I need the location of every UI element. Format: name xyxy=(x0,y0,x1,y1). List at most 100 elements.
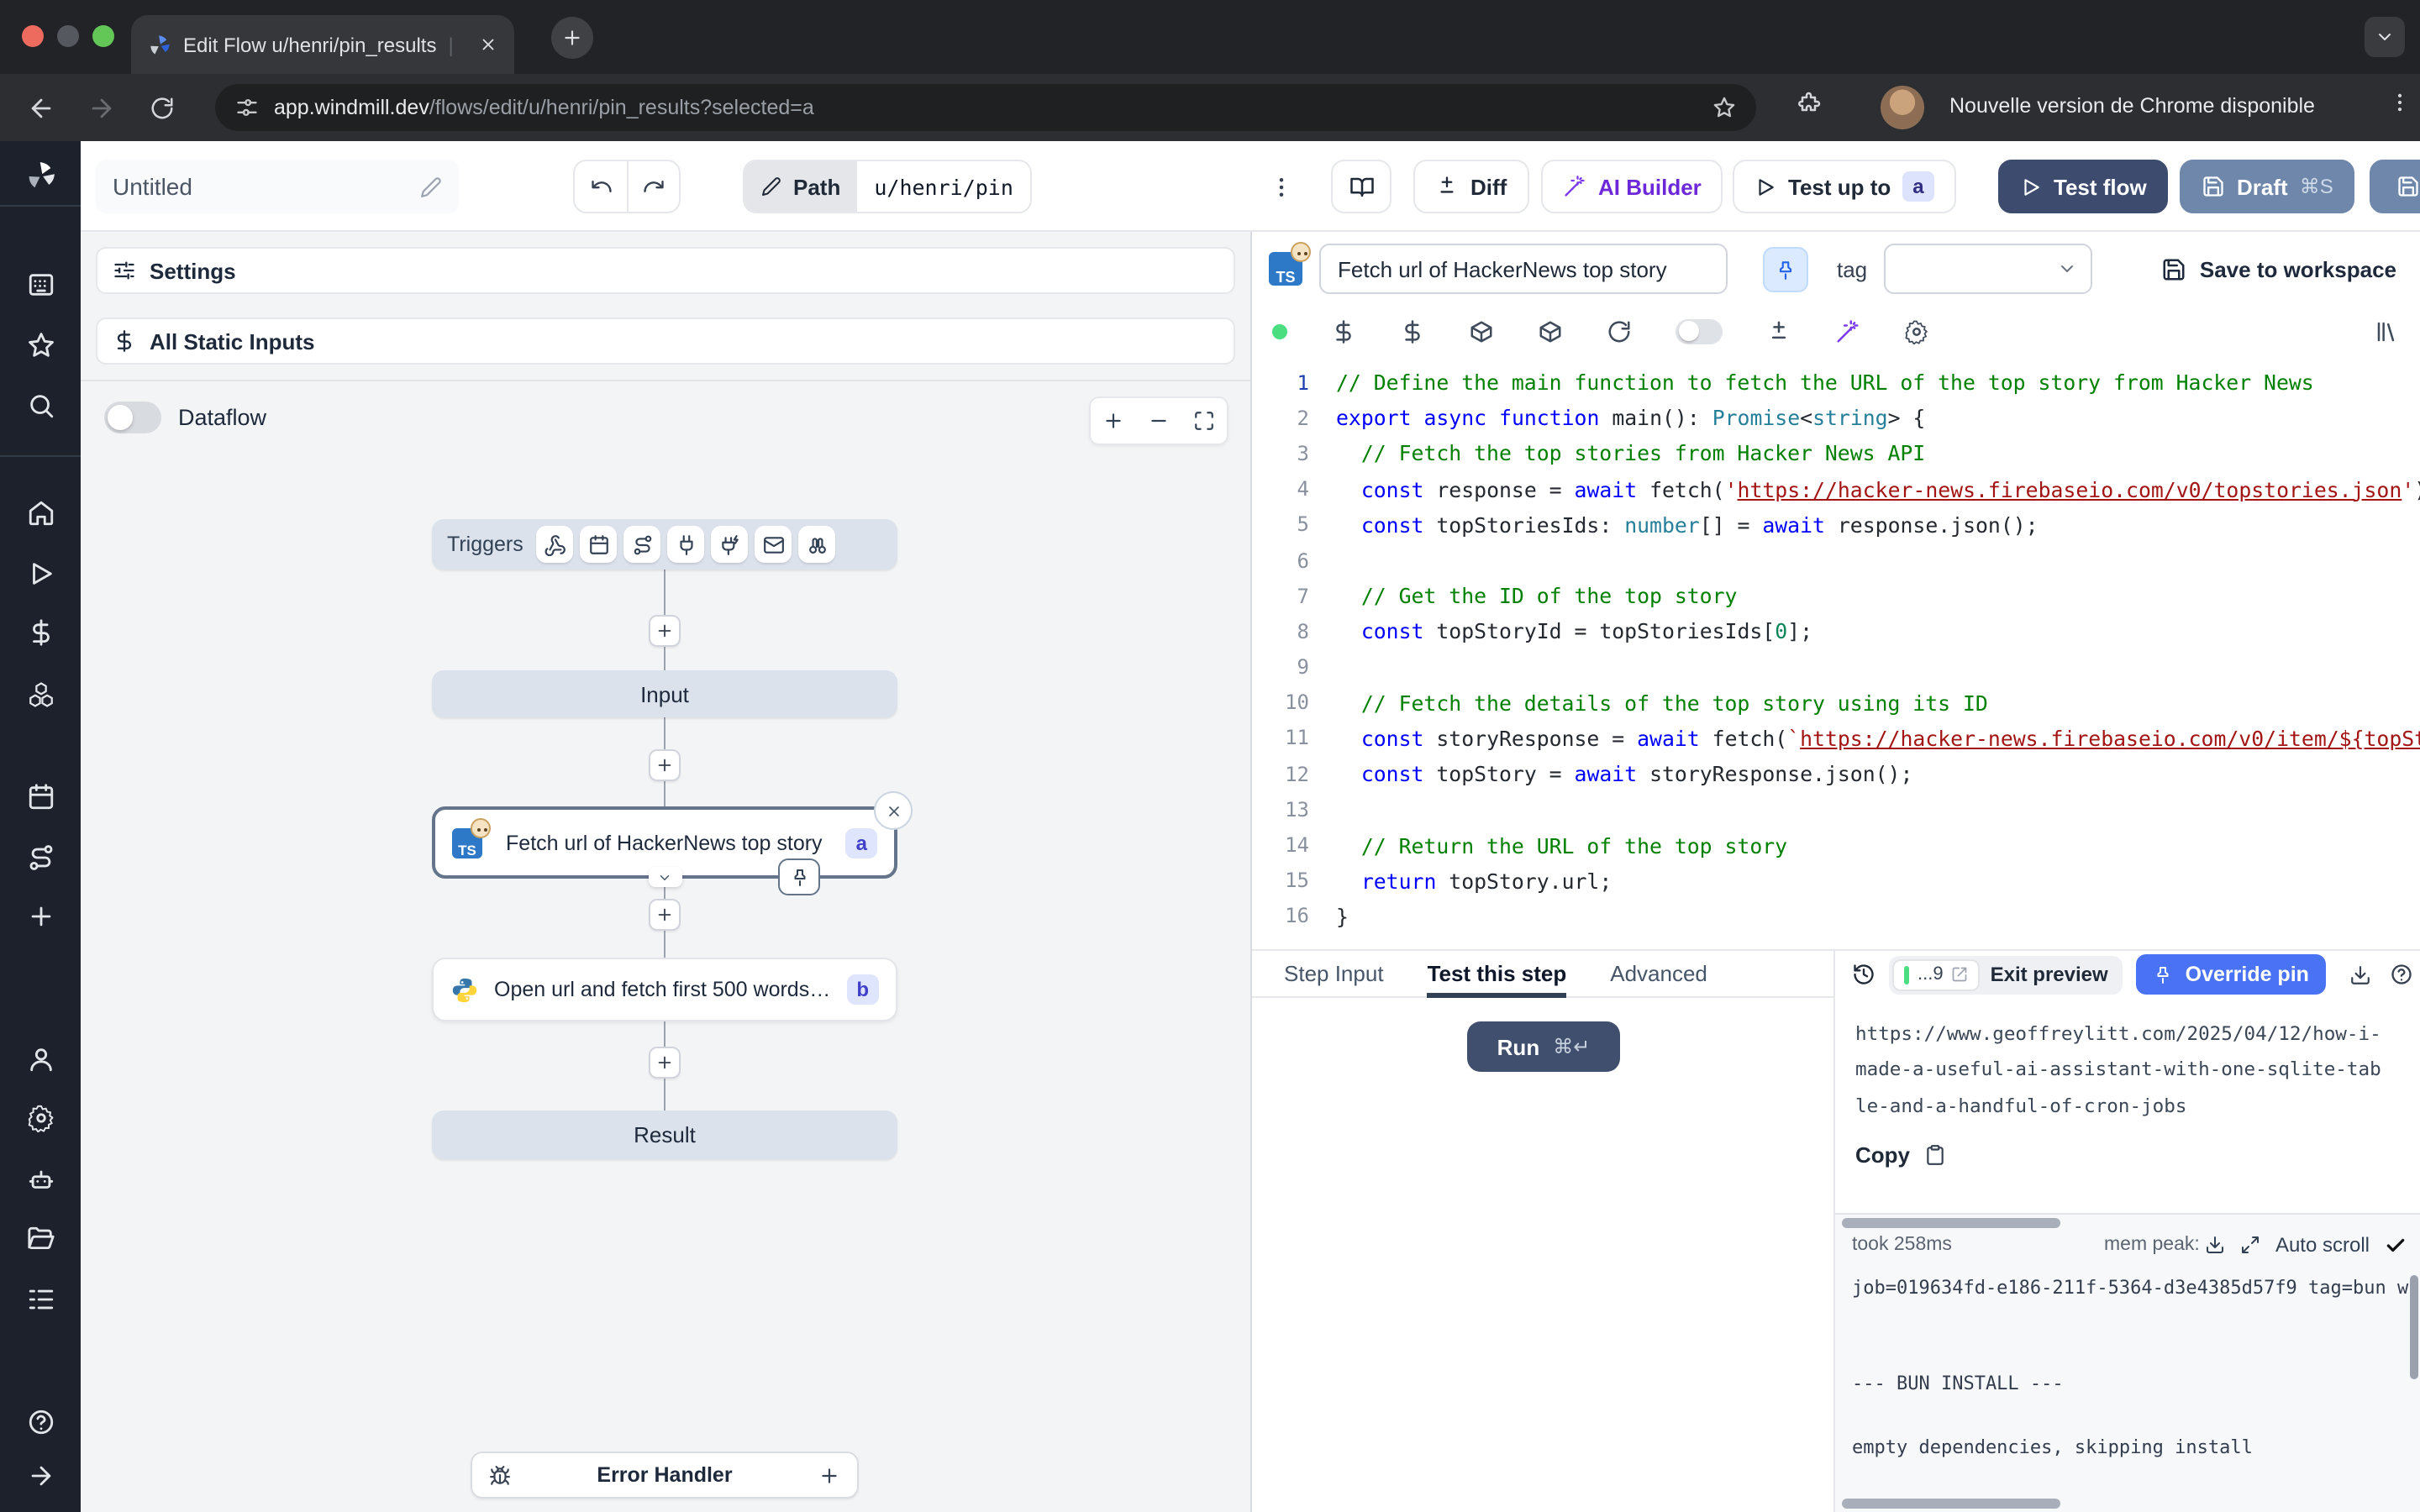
email-icon[interactable] xyxy=(755,526,792,563)
copy-result-button[interactable]: Copy xyxy=(1855,1143,2420,1168)
test-up-to-button[interactable]: Test up to a xyxy=(1733,160,1956,213)
test-flow-button[interactable]: Test flow xyxy=(1998,160,2169,213)
path-button[interactable]: Path u/henri/pin xyxy=(743,160,1032,213)
redo-button[interactable] xyxy=(627,160,679,213)
browser-tab[interactable]: Edit Flow u/henri/pin_results | xyxy=(131,15,514,74)
forward-button[interactable] xyxy=(82,89,119,126)
help-circle-icon[interactable] xyxy=(2390,963,2413,986)
variables-dollar-icon[interactable] xyxy=(1331,318,1356,344)
package-icon[interactable] xyxy=(1469,318,1494,344)
sidebar-item-schedules[interactable] xyxy=(0,776,81,816)
bookmark-star-icon[interactable] xyxy=(1712,96,1736,119)
http-route-icon[interactable] xyxy=(624,526,661,563)
resources-dollar-icon[interactable] xyxy=(1400,318,1425,344)
download-result-icon[interactable] xyxy=(2349,963,2371,985)
zoom-in-button[interactable] xyxy=(1091,398,1136,444)
sidebar-item-favorites[interactable] xyxy=(0,324,81,365)
collapse-step-chevron[interactable] xyxy=(648,867,681,887)
remove-step-button[interactable] xyxy=(874,791,913,830)
sidebar-item-search[interactable] xyxy=(0,385,81,425)
autoscroll-label[interactable]: Auto scroll xyxy=(2275,1233,2370,1257)
expand-logs-icon[interactable] xyxy=(2240,1235,2260,1255)
sidebar-item-audit-logs[interactable] xyxy=(0,1278,81,1319)
profile-avatar[interactable] xyxy=(1881,86,1924,129)
download-logs-icon[interactable] xyxy=(2205,1235,2225,1255)
tag-select[interactable] xyxy=(1884,244,2092,294)
address-bar[interactable]: app.windmill.dev/flows/edit/u/henri/pin_… xyxy=(215,84,1756,131)
zoom-out-button[interactable] xyxy=(1136,398,1181,444)
sidebar-item-folders[interactable] xyxy=(0,1218,81,1258)
tab-advanced[interactable]: Advanced xyxy=(1610,951,1707,996)
sidebar-collapse-button[interactable] xyxy=(0,1455,81,1495)
sidebar-item-settings[interactable] xyxy=(0,1097,81,1137)
code-editor[interactable]: 1// Define the main function to fetch th… xyxy=(1252,356,2420,949)
ai-wand-icon[interactable] xyxy=(1835,318,1860,344)
override-pin-button[interactable]: Override pin xyxy=(2137,954,2326,995)
autoscroll-check-icon[interactable] xyxy=(2385,1234,2407,1256)
window-close-button[interactable] xyxy=(22,25,44,47)
library-icon[interactable] xyxy=(2375,318,2400,344)
flow-name-input[interactable]: Untitled xyxy=(96,160,459,213)
log-horizontal-scrollbar-bottom[interactable] xyxy=(1842,1499,2060,1509)
step-name-input[interactable] xyxy=(1319,244,1728,294)
exit-preview-button[interactable]: Exit preview xyxy=(1991,963,2120,986)
dataflow-toggle[interactable] xyxy=(104,402,161,433)
input-node[interactable]: Input xyxy=(432,670,897,717)
docs-button[interactable] xyxy=(1331,160,1392,213)
pinned-result-chip[interactable] xyxy=(778,858,820,895)
window-zoom-button[interactable] xyxy=(92,25,114,47)
tab-test-this-step[interactable]: Test this step xyxy=(1428,951,1567,996)
extensions-puzzle-icon[interactable] xyxy=(1798,89,1823,114)
kafka-icon[interactable] xyxy=(712,526,749,563)
tab-search-button[interactable] xyxy=(2365,17,2405,57)
webhook-icon[interactable] xyxy=(537,526,574,563)
draft-button[interactable]: Draft ⌘S xyxy=(2180,160,2355,213)
run-button[interactable]: Run ⌘↵ xyxy=(1467,1021,1620,1072)
save-to-workspace-button[interactable]: Save to workspace xyxy=(2161,256,2403,281)
new-tab-button[interactable] xyxy=(551,17,593,59)
log-horizontal-scrollbar[interactable] xyxy=(1842,1218,2060,1228)
sidebar-item-home[interactable] xyxy=(0,492,81,533)
add-step-button[interactable] xyxy=(649,899,681,931)
tab-close-icon[interactable] xyxy=(479,35,497,54)
websocket-icon[interactable] xyxy=(668,526,705,563)
scheduled-poll-icon[interactable] xyxy=(799,526,836,563)
sidebar-item-runs[interactable] xyxy=(0,553,81,593)
browser-menu-kebab-icon[interactable] xyxy=(2388,91,2412,114)
site-settings-icon[interactable] xyxy=(235,96,259,119)
editor-settings-gear-icon[interactable] xyxy=(1904,318,1929,344)
job-badge[interactable]: ...9 xyxy=(1892,958,1981,990)
back-button[interactable] xyxy=(22,89,59,126)
schedule-icon[interactable] xyxy=(581,526,618,563)
external-link-icon[interactable] xyxy=(1952,966,1969,983)
window-minimize-button[interactable] xyxy=(57,25,79,47)
ai-builder-button[interactable]: AI Builder xyxy=(1541,160,1723,213)
flow-settings-row[interactable]: Settings xyxy=(96,247,1235,294)
edit-pencil-icon[interactable] xyxy=(420,176,442,197)
sidebar-item-add[interactable] xyxy=(0,895,81,936)
reload-button[interactable] xyxy=(143,89,180,126)
add-step-button[interactable] xyxy=(649,749,681,781)
sidebar-item-variables[interactable] xyxy=(0,612,81,652)
tab-step-input[interactable]: Step Input xyxy=(1284,951,1384,996)
flow-more-menu[interactable] xyxy=(1257,160,1304,213)
pin-button[interactable] xyxy=(1763,246,1808,291)
deploy-button[interactable]: Deploy xyxy=(2370,160,2420,213)
chrome-update-notice[interactable]: Nouvelle version de Chrome disponible xyxy=(1949,94,2315,118)
sidebar-item-workspace[interactable] xyxy=(0,264,81,304)
static-inputs-row[interactable]: All Static Inputs xyxy=(96,318,1235,365)
undo-button[interactable] xyxy=(575,160,627,213)
add-error-handler-icon[interactable] xyxy=(818,1464,840,1486)
history-icon[interactable] xyxy=(1852,963,1876,986)
error-handler-node[interactable]: Error Handler xyxy=(471,1452,859,1499)
add-step-button[interactable] xyxy=(649,615,681,647)
step-node-a[interactable]: TS Fetch url of HackerNews top story a xyxy=(432,806,897,879)
fit-view-button[interactable] xyxy=(1181,398,1227,444)
package-icon[interactable] xyxy=(1538,318,1563,344)
diff-button[interactable]: Diff xyxy=(1413,160,1528,213)
sidebar-item-workers[interactable] xyxy=(0,1159,81,1200)
add-step-button[interactable] xyxy=(649,1047,681,1079)
step-node-b[interactable]: Open url and fetch first 500 words of ..… xyxy=(432,958,897,1021)
result-node[interactable]: Result xyxy=(432,1110,897,1159)
sidebar-item-help[interactable] xyxy=(0,1401,81,1441)
